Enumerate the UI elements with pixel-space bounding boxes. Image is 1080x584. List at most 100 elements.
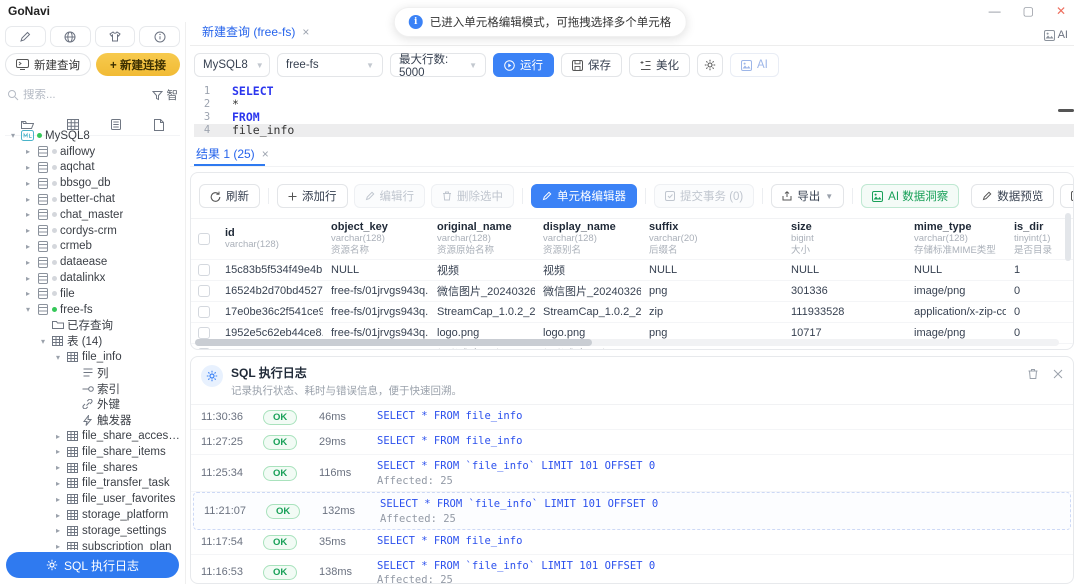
tree-item-chat-master[interactable]: ▸ chat_master (4, 207, 185, 223)
delete-selected-button[interactable]: 删除选中 (431, 184, 514, 208)
tree-item-file-transfer-task[interactable]: ▸ file_transfer_task (4, 476, 185, 492)
log-entry[interactable]: 11:25:34 OK 116ms SELECT * FROM `file_in… (191, 455, 1073, 492)
table-cell[interactable]: free-fs/01jrvgs943q... (323, 302, 429, 322)
log-entry[interactable]: 11:21:07 OK 132ms SELECT * FROM `file_in… (193, 491, 1071, 530)
tree-item-better-chat[interactable]: ▸ better-chat (4, 191, 185, 207)
export-button[interactable]: 导出 ▼ (771, 184, 845, 208)
chevron-right-icon[interactable]: ▸ (23, 226, 33, 235)
tree-item-file-shares[interactable]: ▸ file_shares (4, 460, 185, 476)
table-cell[interactable]: NULL (641, 260, 783, 280)
chevron-right-icon[interactable]: ▸ (53, 432, 63, 441)
results-tab[interactable]: 结果 1 (25) × (194, 141, 275, 166)
chevron-down-icon[interactable]: ▾ (38, 337, 48, 346)
column-header-mime_type[interactable]: mime_type varchar(128) 存储标准MIME类型 (906, 219, 1006, 259)
table-cell[interactable]: 0 (1006, 302, 1073, 322)
table-cell[interactable]: 微信图片_20240326... (535, 281, 641, 301)
tree-item-触发器[interactable]: 触发器 (4, 412, 185, 428)
add-row-button[interactable]: 添加行 (277, 184, 348, 208)
maximize-icon[interactable]: ▢ (1023, 5, 1034, 17)
chevron-right-icon[interactable]: ▸ (23, 147, 33, 156)
tree-item-列[interactable]: 列 (4, 365, 185, 381)
table-row[interactable]: 15c83b5f534f49e4b... NULL 视频 视频 NULL NULL NULL… (191, 260, 1073, 281)
cell-editor-button[interactable]: 单元格编辑器 (531, 184, 637, 208)
chevron-right-icon[interactable]: ▸ (23, 210, 33, 219)
table-cell[interactable]: 微信图片_20240326... (429, 281, 535, 301)
table-cell[interactable]: zip (641, 302, 783, 322)
table-cell[interactable]: 0 (1006, 281, 1073, 301)
column-header-is_dir[interactable]: is_dir tinyint(1) 是否目录 (1006, 219, 1073, 259)
sort-icon[interactable] (906, 223, 907, 231)
data-preview-button[interactable]: 数据预览 (971, 184, 1055, 208)
sort-icon[interactable] (783, 223, 784, 231)
run-button[interactable]: 运行 (493, 53, 554, 77)
row-checkbox[interactable] (198, 326, 210, 339)
select-all-checkbox[interactable] (198, 232, 210, 245)
chevron-right-icon[interactable]: ▸ (53, 511, 63, 520)
chevron-right-icon[interactable]: ▸ (23, 258, 33, 267)
tree-item-storage-platform[interactable]: ▸ storage_platform (4, 507, 185, 523)
chevron-right-icon[interactable]: ▸ (53, 463, 63, 472)
table-cell[interactable]: 15c83b5f534f49e4b... (217, 260, 323, 280)
smart-filter-toggle[interactable]: 智 (167, 87, 179, 103)
log-entry[interactable]: 11:16:53 OK 138ms SELECT * FROM `file_in… (191, 555, 1073, 584)
clear-log-icon[interactable] (1027, 368, 1039, 380)
edit-row-button[interactable]: 编辑行 (353, 184, 425, 208)
tree-item-mysql8[interactable]: ▾ MySQL8 (4, 128, 185, 144)
results-tab-close-icon[interactable]: × (262, 147, 269, 161)
commit-button[interactable]: 提交事务 (0) (654, 184, 755, 208)
table-cell[interactable]: 1 (1006, 260, 1073, 280)
theme-button[interactable] (94, 26, 136, 47)
search-input[interactable] (23, 89, 148, 101)
globe-button[interactable] (49, 26, 91, 47)
database-select[interactable]: free-fs ▼ (277, 53, 383, 77)
refresh-button[interactable]: 刷新 (199, 184, 260, 208)
row-checkbox[interactable] (198, 263, 210, 276)
field-info-button[interactable]: 字段信息 (1060, 184, 1073, 208)
table-cell[interactable]: png (641, 281, 783, 301)
row-checkbox[interactable] (198, 284, 210, 297)
minimize-icon[interactable]: — (989, 5, 1001, 17)
tree-item-dataease[interactable]: ▸ dataease (4, 254, 185, 270)
column-header-size[interactable]: size bigint 大小 (783, 219, 906, 259)
ai-insight-button[interactable]: AI 数据洞察 (861, 184, 960, 208)
sql-log-button[interactable]: SQL 执行日志 (6, 552, 179, 578)
sort-icon[interactable] (429, 223, 430, 231)
tree-item-aiflowy[interactable]: ▸ aiflowy (4, 144, 185, 160)
settings-button[interactable] (697, 53, 723, 77)
chevron-right-icon[interactable]: ▸ (53, 479, 63, 488)
editor-line-1[interactable]: 1 SELECT (194, 85, 1074, 98)
tree-item-storage-settings[interactable]: ▸ storage_settings (4, 523, 185, 539)
sort-icon[interactable] (1006, 223, 1007, 231)
tree-item-file-share-access-record[interactable]: ▸ file_share_access_record (4, 428, 185, 444)
table-cell[interactable]: 17e0be36c2f541ce9... (217, 302, 323, 322)
tree-item-file[interactable]: ▸ file (4, 286, 185, 302)
tree-item-file-share-items[interactable]: ▸ file_share_items (4, 444, 185, 460)
chevron-down-icon[interactable]: ▾ (23, 305, 33, 314)
tree-item-索引[interactable]: 索引 (4, 381, 185, 397)
table-vertical-scrollbar[interactable] (1065, 213, 1071, 261)
tree-item-已存查询[interactable]: 已存查询 (4, 318, 185, 334)
tree-item-free-fs[interactable]: ▾ free-fs (4, 302, 185, 318)
scrollbar-thumb[interactable] (195, 339, 593, 346)
tree-item-外键[interactable]: 外键 (4, 397, 185, 413)
table-cell[interactable]: 视频 (535, 260, 641, 280)
tree-item-aqchat[interactable]: ▸ aqchat (4, 160, 185, 176)
chevron-right-icon[interactable]: ▸ (53, 447, 63, 456)
tree-item-cordys-crm[interactable]: ▸ cordys-crm (4, 223, 185, 239)
close-icon[interactable]: ✕ (1056, 5, 1066, 17)
chevron-right-icon[interactable]: ▸ (53, 542, 63, 550)
sql-editor[interactable]: 1 SELECT 2 * 3 FROM 4 file_info (190, 83, 1074, 141)
table-cell[interactable]: image/png (906, 281, 1006, 301)
table-row[interactable]: 16524b2d70bd4527... free-fs/01jrvgs943q..… (191, 281, 1073, 302)
chevron-right-icon[interactable]: ▸ (53, 526, 63, 535)
row-checkbox[interactable] (198, 305, 210, 318)
chevron-down-icon[interactable]: ▾ (53, 353, 63, 362)
chevron-right-icon[interactable]: ▸ (23, 163, 33, 172)
table-cell[interactable]: NULL (323, 260, 429, 280)
editor-line-2[interactable]: 2 * (194, 98, 1074, 111)
query-tab[interactable]: 新建查询 (free-fs) × (194, 20, 319, 45)
log-entry[interactable]: 11:17:54 OK 35ms SELECT * FROM file_info (191, 530, 1073, 555)
table-cell[interactable]: StreamCap_1.0.2_2_... (535, 302, 641, 322)
tab-close-icon[interactable]: × (302, 25, 309, 39)
filter-icon[interactable] (151, 90, 163, 101)
